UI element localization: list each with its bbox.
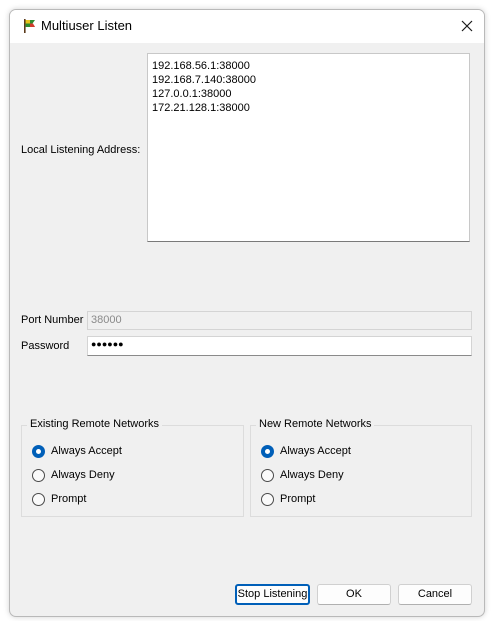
new-remote-networks-group: New Remote Networks Always Accept Always…	[250, 418, 472, 517]
radio-checked-icon	[261, 444, 274, 458]
address-item: 192.168.56.1:38000	[152, 60, 250, 72]
password-masked-value: ●●●●●●	[91, 339, 124, 349]
radio-label: Always Accept	[51, 445, 122, 457]
address-item: 192.168.7.140:38000	[152, 74, 256, 86]
radio-label: Always Deny	[280, 469, 344, 481]
radio-checked-icon	[32, 444, 45, 458]
radio-unchecked-icon	[261, 468, 274, 482]
window-title: Multiuser Listen	[41, 18, 133, 33]
listening-address-list[interactable]: 192.168.56.1:38000 192.168.7.140:38000 1…	[147, 53, 470, 242]
radio-label: Always Accept	[280, 445, 351, 457]
multiuser-listen-dialog: Multiuser Listen Local Listening Address…	[9, 9, 485, 617]
radio-unchecked-icon	[32, 492, 45, 506]
existing-always-deny-radio[interactable]: Always Deny	[32, 467, 115, 483]
radio-unchecked-icon	[32, 468, 45, 482]
password-field[interactable]: ●●●●●●	[87, 336, 472, 356]
stop-listening-button[interactable]: Stop Listening	[235, 584, 310, 605]
existing-remote-networks-group: Existing Remote Networks Always Accept A…	[21, 418, 244, 517]
radio-label: Prompt	[280, 493, 316, 505]
flag-icon	[22, 18, 38, 34]
close-button[interactable]	[450, 10, 484, 43]
address-item: 127.0.0.1:38000	[152, 88, 232, 100]
existing-networks-title: Existing Remote Networks	[27, 418, 162, 430]
cancel-button[interactable]: Cancel	[398, 584, 472, 605]
title-bar: Multiuser Listen	[10, 10, 484, 43]
ok-button[interactable]: OK	[317, 584, 391, 605]
close-icon	[461, 20, 473, 32]
existing-prompt-radio[interactable]: Prompt	[32, 491, 86, 507]
new-prompt-radio[interactable]: Prompt	[261, 491, 315, 507]
radio-label: Prompt	[51, 493, 87, 505]
port-number-field: 38000	[87, 311, 472, 330]
address-item: 172.21.128.1:38000	[152, 102, 250, 114]
listening-address-label: Local Listening Address:	[21, 144, 141, 156]
existing-always-accept-radio[interactable]: Always Accept	[32, 443, 122, 459]
radio-label: Always Deny	[51, 469, 115, 481]
radio-unchecked-icon	[261, 492, 274, 506]
new-always-accept-radio[interactable]: Always Accept	[261, 443, 351, 459]
password-label: Password	[21, 340, 70, 352]
new-always-deny-radio[interactable]: Always Deny	[261, 467, 344, 483]
new-networks-title: New Remote Networks	[256, 418, 375, 430]
port-number-label: Port Number	[21, 314, 84, 326]
